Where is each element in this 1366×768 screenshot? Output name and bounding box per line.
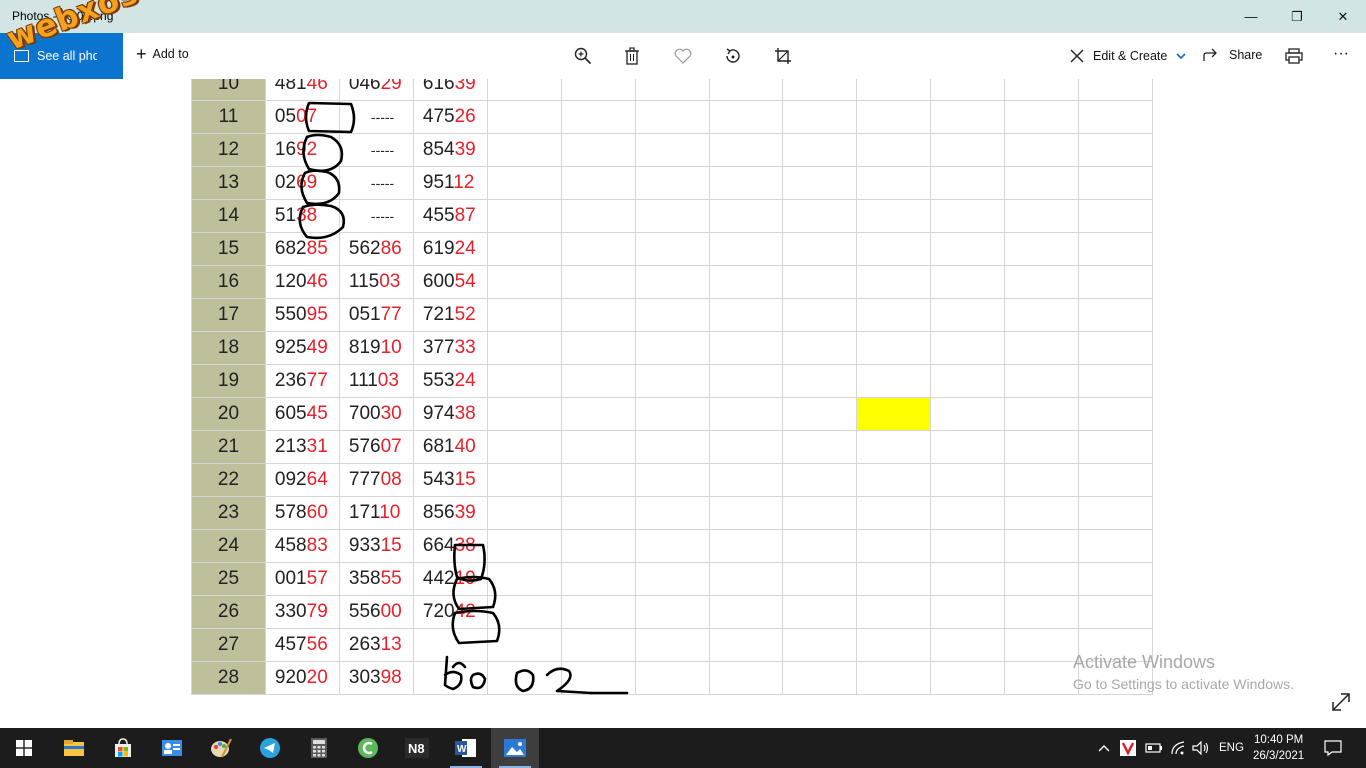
clock[interactable]: 10:40 PM 26/3/2021 <box>1253 732 1304 764</box>
clock-time: 10:40 PM <box>1253 734 1304 746</box>
language-indicator[interactable]: ENG <box>1219 728 1244 768</box>
share-label: Share <box>1229 48 1263 62</box>
notifications-icon[interactable] <box>1324 728 1342 768</box>
word-icon[interactable]: W <box>442 728 490 768</box>
store-icon[interactable] <box>99 728 147 768</box>
plus-icon: + <box>136 44 147 64</box>
bracket-mark <box>453 543 486 582</box>
see-all-photos-label: See all photos <box>37 49 97 63</box>
toolbar: See all photos + Add to Edit & Create Sh… <box>0 33 1366 79</box>
chevron-down-icon <box>1176 53 1186 60</box>
more-options-button[interactable]: ··· <box>1333 45 1349 63</box>
share-icon <box>1203 48 1217 61</box>
minimize-button[interactable]: — <box>1228 0 1274 33</box>
spreadsheet-image: 10 48146 04629 61639 11 0507 ----- 47526 12 1692-… <box>191 79 1153 695</box>
circle-mark <box>298 203 346 240</box>
contacts-icon[interactable] <box>148 728 196 768</box>
zoom-icon[interactable] <box>572 45 594 67</box>
show-hidden-icons[interactable] <box>1097 728 1111 768</box>
language-label: ENG <box>1219 742 1244 754</box>
photos-icon[interactable] <box>491 728 539 768</box>
clock-date: 26/3/2021 <box>1253 750 1305 762</box>
add-to-button[interactable]: + Add to <box>136 44 189 64</box>
battery-icon[interactable] <box>1145 728 1163 768</box>
edit-icon <box>1070 49 1084 63</box>
close-icon: ✕ <box>1337 8 1349 24</box>
add-to-label: Add to <box>152 47 189 61</box>
wifi-icon[interactable] <box>1170 728 1186 768</box>
circle-mark <box>451 609 501 645</box>
title-bar: Photos - bộ 02.png — ❐ ✕ <box>0 0 1366 33</box>
favorite-icon[interactable] <box>672 45 694 67</box>
calculator-icon[interactable] <box>295 728 343 768</box>
antivirus-tray-icon[interactable] <box>1120 728 1136 768</box>
restore-icon: ❐ <box>1291 8 1303 24</box>
edit-create-label: Edit & Create <box>1093 49 1168 63</box>
circle-mark <box>302 133 344 173</box>
circle-mark <box>300 169 341 206</box>
print-icon[interactable] <box>1283 45 1305 67</box>
handwriting-annotations <box>298 101 629 695</box>
circle-mark <box>304 101 356 134</box>
fullscreen-icon[interactable] <box>1330 691 1352 713</box>
more-icon: ··· <box>1333 45 1349 62</box>
maximize-button[interactable]: ❐ <box>1274 0 1320 33</box>
minimize-icon: — <box>1244 9 1258 24</box>
start-icon[interactable] <box>0 728 48 768</box>
svg-text:N8: N8 <box>408 741 425 756</box>
circle-mark <box>452 575 497 611</box>
image-viewer[interactable]: 10 48146 04629 61639 11 0507 ----- 47526 12 1692-… <box>0 79 1366 728</box>
ccleaner-icon[interactable] <box>344 728 392 768</box>
crop-icon[interactable] <box>772 45 794 67</box>
delete-icon[interactable] <box>621 45 643 67</box>
share-button[interactable]: Share <box>1203 48 1262 62</box>
file-explorer-icon[interactable] <box>50 728 98 768</box>
paint-icon[interactable] <box>197 728 245 768</box>
close-button[interactable]: ✕ <box>1320 0 1366 33</box>
edit-create-button[interactable]: Edit & Create <box>1069 48 1187 64</box>
rotate-icon[interactable] <box>722 45 744 67</box>
telegram-icon[interactable] <box>246 728 294 768</box>
taskbar: N8 W ENG 10:40 PM 26/3/2021 <box>0 728 1366 768</box>
svg-text:W: W <box>457 744 467 755</box>
n8-icon[interactable]: N8 <box>393 728 441 768</box>
volume-icon[interactable] <box>1192 728 1210 768</box>
chevron-up-icon <box>1098 745 1110 752</box>
